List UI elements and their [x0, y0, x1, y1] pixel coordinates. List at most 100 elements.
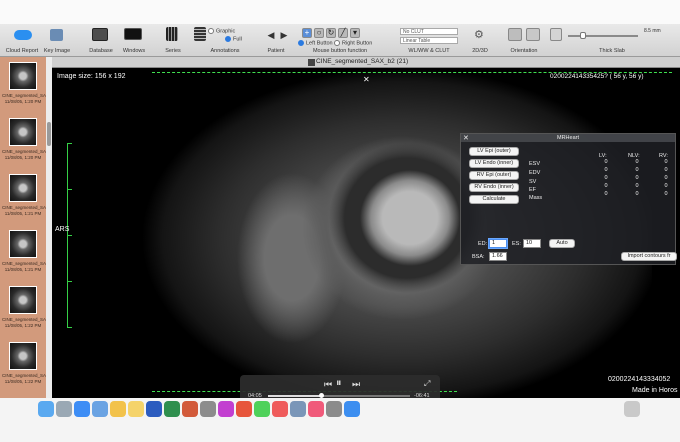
photos-icon[interactable] — [110, 401, 126, 417]
calendar-icon[interactable] — [272, 401, 288, 417]
orientation-axial-icon[interactable] — [526, 28, 540, 41]
fullscreen-icon[interactable]: ⤢ — [424, 379, 430, 389]
rewind-icon[interactable]: ⏮ — [324, 379, 332, 390]
system-icon[interactable] — [200, 401, 216, 417]
scale-tick — [67, 143, 72, 144]
next-patient-icon[interactable]: ▶ — [279, 30, 289, 40]
right-button-option[interactable]: Right Button — [334, 40, 372, 46]
browser-icon[interactable] — [236, 401, 252, 417]
orientation-icon[interactable] — [508, 28, 522, 41]
left-button-option[interactable]: Left Button — [298, 40, 333, 46]
messages-icon[interactable] — [254, 401, 270, 417]
launchpad-icon[interactable] — [56, 401, 72, 417]
word-icon[interactable] — [146, 401, 162, 417]
gear-icon[interactable]: ⚙ — [474, 28, 484, 41]
import-contours-button[interactable]: Import contours fr — [621, 252, 677, 261]
series-thumbnail[interactable] — [9, 174, 37, 202]
excel-icon[interactable] — [164, 401, 180, 417]
scale-tick — [67, 281, 72, 282]
rv-epi-button[interactable]: RV Epi (outer) — [469, 171, 519, 180]
toolbar-label-orientation: Orientation — [510, 48, 538, 54]
settings-icon[interactable] — [326, 401, 342, 417]
video-scrubber[interactable] — [268, 393, 410, 398]
annotation-option-label: Full — [233, 36, 242, 43]
series-thumbnail[interactable] — [9, 342, 37, 370]
row-label-mass: Mass — [529, 195, 543, 201]
made-in-horos-label: Made in Horos — [632, 387, 678, 394]
series-thumbnail[interactable] — [9, 62, 37, 90]
annotation-option-full[interactable]: Full — [225, 36, 242, 42]
radio-icon — [298, 40, 304, 46]
thick-slab-slider-knob[interactable] — [580, 32, 586, 39]
toolbar-label-cloud-report: Cloud Report — [5, 48, 39, 54]
measure-tool-icon[interactable]: ╱ — [338, 28, 348, 38]
horos-screen: Cloud Report Key Image Database Windows … — [0, 0, 680, 442]
database-icon[interactable] — [92, 28, 108, 41]
mrheart-title: MRHeart — [556, 135, 579, 141]
safari-icon[interactable] — [74, 401, 90, 417]
scale-tick — [67, 189, 72, 190]
ed-input[interactable]: 1 — [489, 239, 507, 248]
window-title-bar: CINE_segmented_SAX_b2 (21) — [52, 57, 680, 68]
auto-button[interactable]: Auto — [549, 239, 575, 248]
zoom-tool-icon[interactable]: ○ — [314, 28, 324, 38]
window-title: CINE_segmented_SAX_b2 (21) — [316, 58, 409, 65]
rotate-tool-icon[interactable]: ↻ — [326, 28, 336, 38]
annotation-option-label: Graphic — [216, 28, 236, 35]
annotation-option-graphic[interactable]: Graphic — [208, 28, 235, 34]
series-caption: CINE_segmented_SAX_b0 — [2, 93, 57, 98]
edv-lv-value: 0 — [604, 167, 608, 173]
sv-nlv-value: 0 — [635, 175, 639, 181]
series-caption: CINE_segmented_SAX_b3 — [2, 261, 57, 266]
slab-mode-icon[interactable] — [550, 28, 562, 41]
annotations-icon[interactable] — [194, 27, 206, 41]
lv-endo-button[interactable]: LV Endo (inner) — [469, 159, 519, 168]
series-detail: 11/08/05, 1:20 PM — [4, 155, 42, 160]
lv-epi-button[interactable]: LV Epi (outer) — [469, 147, 519, 156]
sv-rv-value: 0 — [664, 175, 668, 181]
video-scrubber-fill — [268, 395, 322, 397]
preview-icon[interactable] — [290, 401, 306, 417]
radio-icon — [334, 40, 340, 46]
series-detail: 11/08/05, 1:21 PM — [4, 211, 42, 216]
key-icon[interactable] — [50, 29, 63, 41]
windows-icon[interactable] — [124, 28, 142, 40]
more-tools-icon[interactable]: ▾ — [350, 28, 360, 38]
wl-preset-select[interactable]: No CLUT — [400, 28, 458, 35]
series-thumbnail[interactable] — [9, 286, 37, 314]
clut-table-select[interactable]: Linear Table — [400, 37, 458, 44]
trash-icon[interactable] — [624, 401, 640, 417]
series-caption: CINE_segmented_SAX_b1 — [2, 149, 57, 154]
previous-patient-icon[interactable]: ◀ — [266, 30, 276, 40]
app-store-icon[interactable] — [344, 401, 360, 417]
ef-lv-value: 0 — [604, 183, 608, 189]
music-icon[interactable] — [308, 401, 324, 417]
crosshair-tool-icon[interactable]: + — [302, 28, 312, 38]
document-icon — [308, 59, 315, 66]
cloud-icon[interactable] — [14, 30, 32, 40]
row-label-esv: ESV — [529, 161, 541, 167]
pause-icon[interactable]: ⏸ — [336, 377, 342, 390]
es-input[interactable]: 10 — [523, 239, 541, 248]
patient-id-top: 020022414335425? ( 56 y, 56 y) — [550, 73, 644, 80]
bsa-input[interactable]: 1.66 — [489, 252, 507, 261]
thick-slab-slider[interactable] — [568, 35, 638, 37]
bsa-label: BSA: — [472, 254, 485, 260]
mail-icon[interactable] — [92, 401, 108, 417]
crosshair-marker-icon: ✕ — [363, 75, 370, 84]
series-thumbnail[interactable] — [9, 230, 37, 258]
powerpoint-icon[interactable] — [182, 401, 198, 417]
row-label-sv: SV — [529, 179, 537, 185]
radio-icon — [208, 28, 214, 34]
ef-rv-value: 0 — [664, 183, 668, 189]
notes-icon[interactable] — [128, 401, 144, 417]
series-thumbnail[interactable] — [9, 118, 37, 146]
fast-forward-icon[interactable]: ⏭ — [352, 379, 360, 390]
sidebar-scrollbar-thumb[interactable] — [47, 122, 51, 146]
series-icon[interactable] — [166, 27, 178, 41]
rv-endo-button[interactable]: RV Endo (inner) — [469, 183, 519, 192]
calculate-button[interactable]: Calculate — [469, 195, 519, 204]
toolbar-label-windows: Windows — [122, 48, 146, 54]
finder-icon[interactable] — [38, 401, 54, 417]
horos-icon[interactable] — [218, 401, 234, 417]
